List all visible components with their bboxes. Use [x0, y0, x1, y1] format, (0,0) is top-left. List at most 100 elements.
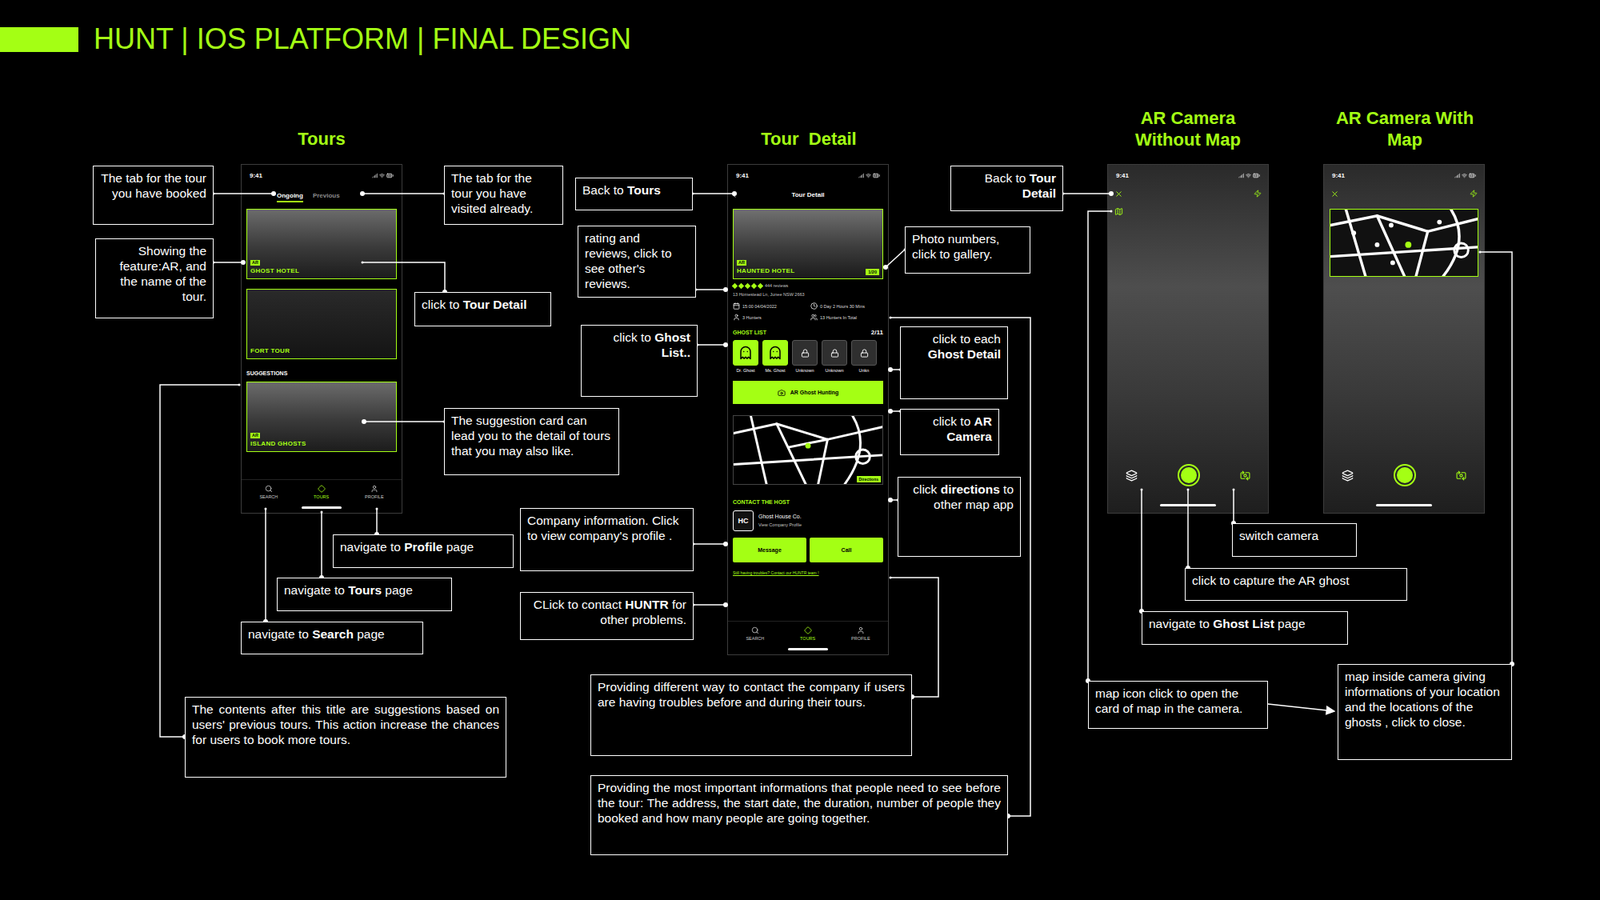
- close-icon[interactable]: [1114, 189, 1124, 199]
- annotation: The tab for the tour you have booked: [92, 165, 214, 225]
- diamond-icon: [804, 626, 812, 635]
- flash-icon[interactable]: [1253, 189, 1262, 198]
- directions-button[interactable]: Directions: [856, 476, 881, 483]
- calendar-icon: [732, 302, 740, 310]
- capture-button[interactable]: [1177, 464, 1200, 487]
- wifi-icon: [1245, 172, 1252, 179]
- close-icon[interactable]: [1330, 189, 1340, 199]
- connector: [263, 508, 268, 625]
- back-chevron-icon[interactable]: [729, 190, 739, 200]
- tours-phone: 9:41 Ongoing Previous ARGHOST HOTEL FORT TOU…: [240, 164, 403, 514]
- ghost-item[interactable]: Unknown: [821, 340, 848, 373]
- tab-bar-item[interactable]: TOURS: [313, 484, 329, 500]
- tab-bar-item[interactable]: TOURS: [800, 626, 816, 642]
- rating[interactable]: 444 reviews: [732, 283, 884, 289]
- signal-icon: [858, 172, 864, 179]
- home-indicator: [301, 506, 342, 509]
- rating-star: [751, 283, 757, 289]
- cards-icon[interactable]: [1341, 469, 1354, 482]
- status-icons: [858, 172, 880, 180]
- ghost-list: Dr. GhostMs. GhostUnknownUnknownUnkn: [728, 340, 888, 373]
- address: 13 Homestead Ln, Junee NSW 2663: [732, 292, 884, 298]
- contact-title: CONTACT THE HOST: [732, 499, 790, 505]
- status-bar: 9:41: [1108, 164, 1268, 186]
- lock-icon: [860, 348, 869, 358]
- annotation: The tab for the tour you have visited al…: [444, 165, 564, 225]
- rating-star: [732, 283, 738, 289]
- tour-card[interactable]: FORT TOUR: [246, 288, 397, 360]
- camera-map-card[interactable]: [1329, 208, 1479, 277]
- switch-camera-icon[interactable]: [1240, 470, 1251, 481]
- camera-view: 9:41: [1108, 164, 1268, 513]
- tour-card[interactable]: ARGHOST HOTEL: [246, 208, 397, 280]
- ghost-item[interactable]: Unknown: [792, 340, 818, 373]
- tour-tab[interactable]: Ongoing: [276, 192, 304, 203]
- tour-photo[interactable]: ARHAUNTED HOTEL1/20: [732, 208, 884, 280]
- suggestions-title: SUGGESTIONS: [241, 359, 402, 382]
- ghost-icon: [738, 345, 753, 360]
- connector: [1185, 488, 1191, 572]
- ar-camera-phone: 9:41: [1323, 164, 1485, 514]
- wifi-icon: [1461, 172, 1468, 179]
- photo-count[interactable]: 1/20: [865, 268, 880, 276]
- annotation: click to AR Camera: [900, 408, 1000, 456]
- status-bar: 9:41: [241, 164, 402, 186]
- ghost-list-header[interactable]: GHOST LIST2/11: [728, 320, 888, 340]
- contact-buttons: MessageCall: [732, 537, 884, 563]
- rating-star: [738, 283, 744, 289]
- annotation: navigate to Profile page: [332, 534, 514, 568]
- info-item: 0 Day 2 Hours 30 Mins: [810, 302, 884, 310]
- annotation: navigate to Search page: [240, 621, 424, 655]
- ghost-item[interactable]: Ms. Ghost: [762, 340, 788, 373]
- ar-badge: AR: [736, 260, 747, 266]
- diamond-icon: [317, 484, 326, 493]
- tour-tabs: Ongoing Previous: [241, 185, 402, 209]
- camera-view: 9:41: [1324, 164, 1484, 513]
- ar-badge: AR: [250, 432, 260, 439]
- connector: [374, 508, 380, 538]
- tab-bar-item[interactable]: PROFILE: [364, 484, 384, 500]
- tab-bar-item[interactable]: SEARCH: [745, 626, 764, 642]
- home-indicator: [1160, 504, 1216, 507]
- camera-bottom-controls: [1324, 464, 1484, 487]
- tab-bar-row: SEARCH TOURS PROFILE: [241, 480, 402, 500]
- cards-icon[interactable]: [1125, 469, 1138, 482]
- annotation: click to Tour Detail: [414, 292, 552, 327]
- tab-bar-item[interactable]: SEARCH: [259, 484, 278, 500]
- status-icons: [1454, 172, 1476, 180]
- status-time: 9:41: [1116, 172, 1129, 180]
- annotation: navigate to Tours page: [276, 577, 452, 612]
- annotation: Showing the feature:AR, and the name of …: [95, 238, 214, 319]
- ar-hunting-button[interactable]: AR Ghost Hunting: [732, 380, 884, 404]
- rating-star: [757, 283, 764, 289]
- connector: [1268, 704, 1335, 712]
- annotation: CLick to contact HUNTR for other problem…: [520, 592, 694, 640]
- company-profile-link[interactable]: View Company Profile: [758, 522, 802, 528]
- signal-icon: [372, 172, 378, 179]
- capture-button[interactable]: [1393, 464, 1416, 487]
- suggestion-card[interactable]: ARISLAND GHOSTS: [246, 381, 397, 452]
- user-icon: [732, 313, 740, 321]
- home-indicator: [1376, 504, 1432, 507]
- signal-icon: [1454, 172, 1460, 179]
- tab-bar-item[interactable]: PROFILE: [851, 626, 871, 642]
- connector: [1479, 251, 1516, 668]
- flash-icon[interactable]: [1469, 189, 1478, 198]
- map[interactable]: Directions: [732, 415, 884, 485]
- annotation: navigate to Ghost List page: [1141, 611, 1348, 645]
- ghost-item[interactable]: Dr. Ghost: [732, 340, 759, 373]
- tab-bar: SEARCH TOURS PROFILE: [728, 620, 888, 655]
- contact-button[interactable]: Message: [732, 537, 807, 563]
- tour-tab[interactable]: Previous: [312, 192, 340, 203]
- switch-camera-icon[interactable]: [1456, 470, 1467, 481]
- company-row[interactable]: HCGhost House Co.View Company Profile: [728, 510, 888, 532]
- map-icon[interactable]: [1114, 207, 1124, 216]
- company-logo: HC: [732, 510, 754, 532]
- info-item: 15:00 04/04/2022: [732, 302, 806, 310]
- connector: [1231, 488, 1236, 527]
- help-link[interactable]: Still having troubles? Contact our HUNTR…: [732, 570, 884, 576]
- ghost-item[interactable]: Unkn: [851, 340, 877, 373]
- connector: [361, 261, 448, 296]
- contact-button[interactable]: Call: [809, 537, 884, 563]
- annotation: Providing the most important information…: [590, 775, 1008, 856]
